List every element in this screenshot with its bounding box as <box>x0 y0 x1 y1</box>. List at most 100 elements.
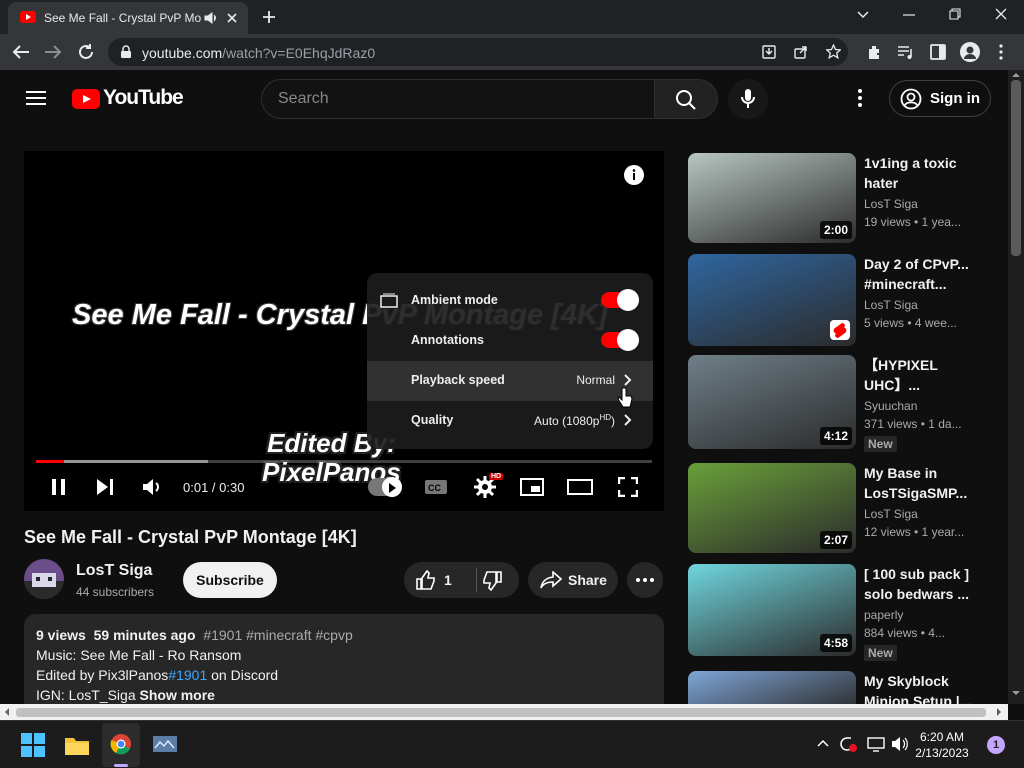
restore-icon[interactable] <box>949 8 961 20</box>
hashtag-link[interactable]: #1901 <box>168 667 207 683</box>
back-icon[interactable] <box>12 44 30 60</box>
related-video-card[interactable]: 2:00 1v1ing a toxic hater LosT Siga 19 view… <box>688 153 988 253</box>
menu-item-playback-speed[interactable]: Playback speed Normal <box>367 361 653 408</box>
channel-avatar[interactable] <box>24 559 64 599</box>
related-video-card[interactable]: Day 2 of CPvP... #minecraft... LosT Siga 5… <box>688 254 988 354</box>
media-controls-icon[interactable] <box>897 45 915 59</box>
search-box[interactable] <box>261 79 655 119</box>
related-video-title[interactable]: My Base in LosTSigaSMP... <box>864 463 976 503</box>
fullscreen-icon[interactable] <box>618 477 638 497</box>
scroll-up-icon[interactable] <box>1011 72 1021 78</box>
related-video-title[interactable]: 1v1ing a toxic hater <box>864 153 976 193</box>
reload-icon[interactable] <box>77 43 95 61</box>
vertical-scroll-thumb[interactable] <box>1011 80 1021 256</box>
tab-search-icon[interactable] <box>857 10 869 20</box>
theater-mode-icon[interactable] <box>567 479 593 495</box>
menu-item-quality[interactable]: Quality Auto (1080pHD) <box>367 401 653 441</box>
hamburger-menu-icon[interactable] <box>26 90 46 106</box>
annotations-toggle[interactable] <box>601 329 639 351</box>
related-video-title[interactable]: 【HYPIXEL UHC】... <box>864 355 976 395</box>
related-video-title[interactable]: Day 2 of CPvP... #minecraft... <box>864 254 976 294</box>
speaker-icon[interactable] <box>204 12 218 24</box>
volume-icon[interactable] <box>142 477 164 497</box>
more-horizontal-icon <box>636 578 654 582</box>
ambient-mode-toggle[interactable] <box>601 289 639 311</box>
horizontal-scroll-thumb[interactable] <box>16 708 986 717</box>
profile-icon[interactable] <box>960 42 980 62</box>
show-more-link[interactable]: Show more <box>140 687 215 703</box>
description-tags[interactable]: #1901 #minecraft #cpvp <box>203 627 352 643</box>
info-icon[interactable] <box>624 165 644 185</box>
related-video-title[interactable]: [ 100 sub pack ] solo bedwars ... <box>864 564 976 604</box>
minimize-icon[interactable] <box>903 13 915 17</box>
related-video-channel[interactable]: LosT Siga <box>864 298 918 312</box>
channel-name[interactable]: LosT Siga <box>76 562 152 580</box>
closed-captions-icon[interactable]: CC <box>424 478 448 496</box>
dislike-icon[interactable] <box>482 571 502 591</box>
youtube-logo-icon[interactable] <box>72 89 100 109</box>
like-count[interactable]: 1 <box>444 572 452 588</box>
related-video-title[interactable]: My Skyblock Minion Setup |... <box>864 671 976 704</box>
clock[interactable]: 6:20 AM 2/13/2023 <box>906 729 978 761</box>
bookmark-star-icon[interactable] <box>826 44 841 59</box>
scroll-down-icon[interactable] <box>1011 690 1021 696</box>
miniplayer-icon[interactable] <box>520 478 544 496</box>
forward-icon[interactable] <box>44 44 62 60</box>
video-thumbnail[interactable]: 2:07 <box>688 463 856 553</box>
related-video-channel[interactable]: Syuuchan <box>864 399 917 413</box>
video-thumbnail[interactable]: 2:00 <box>688 153 856 243</box>
related-video-card[interactable]: 4:58 [ 100 sub pack ] solo bedwars ... pap… <box>688 564 988 664</box>
scroll-left-icon[interactable] <box>4 707 10 717</box>
video-thumbnail[interactable]: 4:12 <box>688 355 856 449</box>
related-video-card[interactable]: 4:12 【HYPIXEL UHC】... Syuuchan 371 views • … <box>688 355 988 455</box>
settings-dots-icon[interactable] <box>857 89 863 107</box>
sign-in-button[interactable]: Sign in <box>889 80 991 117</box>
related-video-card[interactable]: My Skyblock Minion Setup |... <box>688 671 988 704</box>
next-icon[interactable] <box>96 478 114 496</box>
app-window-icon[interactable] <box>152 735 178 755</box>
install-app-icon[interactable] <box>762 45 776 59</box>
menu-item-ambient-mode[interactable]: Ambient mode <box>367 281 653 321</box>
voice-search-button[interactable] <box>728 79 768 119</box>
search-input[interactable] <box>278 88 638 110</box>
notification-badge[interactable]: 1 <box>987 736 1005 754</box>
subscribe-button[interactable]: Subscribe <box>183 562 277 598</box>
file-explorer-icon[interactable] <box>64 734 90 756</box>
share-page-icon[interactable] <box>794 45 808 59</box>
chrome-menu-icon[interactable] <box>998 44 1004 60</box>
related-video-channel[interactable]: paperly <box>864 608 903 622</box>
window-close-icon[interactable] <box>995 8 1007 20</box>
progress-bar[interactable] <box>36 460 652 463</box>
pause-icon[interactable] <box>50 478 68 496</box>
share-button[interactable]: Share <box>528 562 618 598</box>
windows-start-icon[interactable] <box>21 733 45 757</box>
browser-tab[interactable]: See Me Fall - Crystal PvP Mo <box>8 2 248 34</box>
video-thumbnail[interactable] <box>688 671 856 704</box>
url-text[interactable]: youtube.com/watch?v=E0EhqJdRaz0 <box>142 45 375 61</box>
description-box[interactable]: 9 views 59 minutes ago #1901 #minecraft … <box>24 614 664 714</box>
search-button[interactable] <box>655 79 718 119</box>
like-icon[interactable] <box>416 570 436 590</box>
show-hidden-icons-icon[interactable] <box>817 739 829 747</box>
related-video-card[interactable]: 2:07 My Base in LosTSigaSMP... LosT Siga 12… <box>688 463 988 563</box>
related-video-channel[interactable]: LosT Siga <box>864 507 918 521</box>
video-player[interactable]: See Me Fall - Crystal PvP Montage [4K] E… <box>24 151 664 511</box>
autoplay-toggle[interactable] <box>368 477 402 497</box>
ambient-mode-icon <box>380 293 398 308</box>
extensions-icon[interactable] <box>866 44 882 60</box>
new-tab-icon[interactable] <box>262 10 276 24</box>
side-panel-icon[interactable] <box>930 44 946 60</box>
chrome-taskbar-button[interactable] <box>102 723 140 767</box>
more-actions-button[interactable] <box>627 562 663 598</box>
youtube-logo-text[interactable]: YouTube <box>103 86 184 110</box>
scroll-right-icon[interactable] <box>996 707 1002 717</box>
omnibox[interactable]: youtube.com/watch?v=E0EhqJdRaz0 <box>108 38 848 66</box>
lock-icon[interactable] <box>120 45 132 59</box>
network-icon[interactable] <box>867 736 885 752</box>
menu-item-annotations[interactable]: Annotations <box>367 321 653 361</box>
related-video-channel[interactable]: LosT Siga <box>864 197 918 211</box>
video-thumbnail[interactable] <box>688 254 856 346</box>
video-thumbnail[interactable]: 4:58 <box>688 564 856 656</box>
update-status-icon[interactable] <box>839 736 857 752</box>
close-tab-icon[interactable] <box>226 12 238 24</box>
